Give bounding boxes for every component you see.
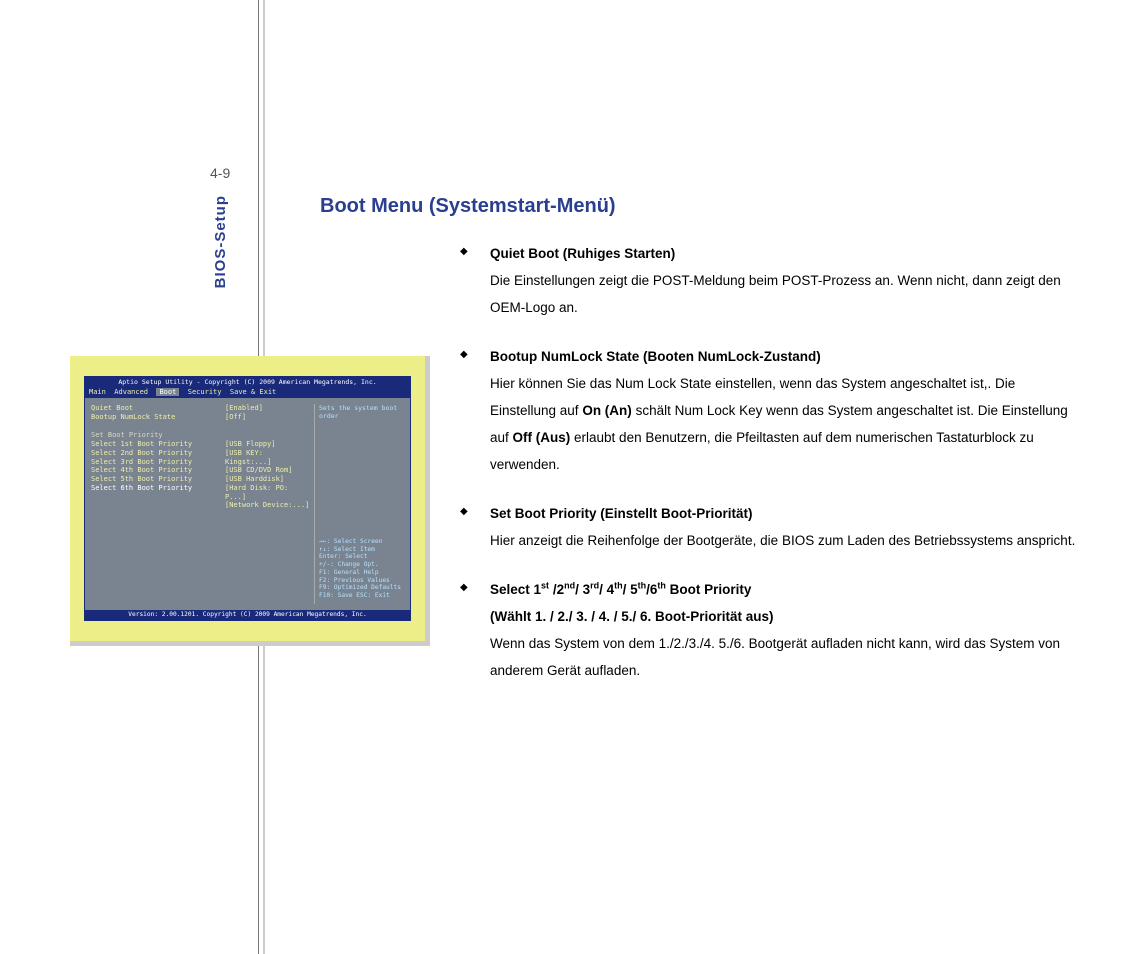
title-part: / 4	[599, 582, 614, 597]
item-title: Bootup NumLock State (Booten NumLock-Zus…	[490, 343, 1080, 370]
superscript: st	[541, 581, 549, 591]
bios-hint: ↑↓: Select Item	[319, 546, 401, 554]
bios-screen: Aptio Setup Utility - Copyright (C) 2009…	[84, 376, 411, 621]
bios-row: Select 2nd Boot Priority	[91, 449, 221, 458]
bios-values-column: [Enabled] [Off] [USB Floppy] [USB KEY: K…	[225, 404, 310, 510]
bios-menu-item: Save & Exit	[230, 388, 276, 396]
bios-hint: F9: Optimized Defaults	[319, 584, 401, 592]
bios-menu-item-selected: Boot	[156, 388, 179, 396]
title-part: Boot Priority	[666, 582, 752, 597]
list-item: ◆ Select 1st /2nd/ 3rd/ 4th/ 5th/6th Boo…	[460, 576, 1080, 684]
bios-row: Quiet Boot	[91, 404, 221, 413]
bios-row: Bootup NumLock State	[91, 413, 221, 422]
bios-right-column: Sets the system boot order →←: Select Sc…	[314, 404, 406, 604]
content-body: ◆ Quiet Boot (Ruhiges Starten) Die Einst…	[460, 240, 1080, 706]
title-part: Select 1	[490, 582, 541, 597]
title-part: / 3	[575, 582, 590, 597]
item-text: Wenn das System von dem 1./2./3./4. 5./6…	[490, 630, 1080, 684]
bios-value: [USB Harddisk]	[225, 475, 310, 484]
bios-row-selected: Select 6th Boot Priority	[91, 484, 221, 493]
bios-hint: F1: General Help	[319, 569, 401, 577]
bios-menu-item: Security	[188, 388, 222, 396]
bios-menu-bar: Main Advanced Boot Security Save & Exit	[85, 387, 410, 398]
bios-help-text: Sets the system boot order	[319, 404, 406, 420]
bios-value-selected: [Network Device:...]	[225, 501, 310, 510]
bios-hint: F2: Previous Values	[319, 577, 401, 585]
page-title: Boot Menu (Systemstart-Menü)	[320, 195, 616, 218]
bios-value: [Off]	[225, 413, 310, 422]
item-text: Hier anzeigt die Reihenfolge der Bootger…	[490, 527, 1080, 554]
superscript: rd	[590, 581, 599, 591]
bios-value: [USB Floppy]	[225, 440, 310, 449]
bios-value: [Enabled]	[225, 404, 310, 413]
section-label-vertical: BIOS-Setup	[212, 195, 229, 288]
title-part: /6	[646, 582, 657, 597]
bullet-icon: ◆	[460, 345, 468, 365]
item-title: Set Boot Priority (Einstellt Boot-Priori…	[490, 500, 1080, 527]
superscript: th	[638, 581, 647, 591]
bios-header: Aptio Setup Utility - Copyright (C) 2009…	[85, 377, 410, 387]
bios-left-column: Quiet Boot Bootup NumLock State Set Boot…	[91, 404, 221, 493]
title-part: /2	[549, 582, 564, 597]
title-part: / 5	[623, 582, 638, 597]
bios-row: Select 5th Boot Priority	[91, 475, 221, 484]
bios-value: [USB KEY: Kingst:...]	[225, 449, 310, 467]
bios-row: Select 3rd Boot Priority	[91, 458, 221, 467]
list-item: ◆ Set Boot Priority (Einstellt Boot-Prio…	[460, 500, 1080, 554]
superscript: nd	[564, 581, 575, 591]
page-root: 4-9 BIOS-Setup Boot Menu (Systemstart-Me…	[0, 0, 1137, 954]
bios-menu-item: Main	[89, 388, 106, 396]
bios-value: [USB CD/DVD Rom]	[225, 466, 310, 475]
list-item: ◆ Bootup NumLock State (Booten NumLock-Z…	[460, 343, 1080, 478]
bios-screenshot-frame: Aptio Setup Utility - Copyright (C) 2009…	[70, 356, 430, 646]
item-text: Hier können Sie das Num Lock State einst…	[490, 370, 1080, 478]
bios-value: [Hard Disk: PO: P...]	[225, 484, 310, 502]
item-title: Select 1st /2nd/ 3rd/ 4th/ 5th/6th Boot …	[490, 576, 1080, 603]
bullet-icon: ◆	[460, 578, 468, 598]
bold-text: On (An)	[582, 403, 632, 418]
bios-hint: +/-: Change Opt.	[319, 561, 401, 569]
bios-row: Select 1st Boot Priority	[91, 440, 221, 449]
item-subtitle: (Wählt 1. / 2./ 3. / 4. / 5./ 6. Boot-Pr…	[490, 603, 1080, 630]
bios-hint: F10: Save ESC: Exit	[319, 592, 401, 600]
bios-menu-item: Advanced	[114, 388, 148, 396]
superscript: th	[614, 581, 623, 591]
bios-hints: →←: Select Screen ↑↓: Select Item Enter:…	[319, 538, 401, 600]
bios-body: Quiet Boot Bootup NumLock State Set Boot…	[85, 398, 410, 610]
bullet-icon: ◆	[460, 502, 468, 522]
text-span: erlaubt den Benutzern, die Pfeiltasten a…	[490, 430, 1034, 472]
bullet-icon: ◆	[460, 242, 468, 262]
list-item: ◆ Quiet Boot (Ruhiges Starten) Die Einst…	[460, 240, 1080, 321]
superscript: th	[657, 581, 666, 591]
item-title: Quiet Boot (Ruhiges Starten)	[490, 240, 1080, 267]
bold-text: Off (Aus)	[513, 430, 571, 445]
page-number: 4-9	[210, 165, 230, 181]
bios-hint: Enter: Select	[319, 553, 401, 561]
bios-row: Select 4th Boot Priority	[91, 466, 221, 475]
item-text: Die Einstellungen zeigt die POST-Meldung…	[490, 267, 1080, 321]
bios-hint: →←: Select Screen	[319, 538, 401, 546]
bios-footer: Version: 2.00.1201. Copyright (C) 2009 A…	[85, 610, 410, 620]
bios-row: Set Boot Priority	[91, 431, 221, 440]
